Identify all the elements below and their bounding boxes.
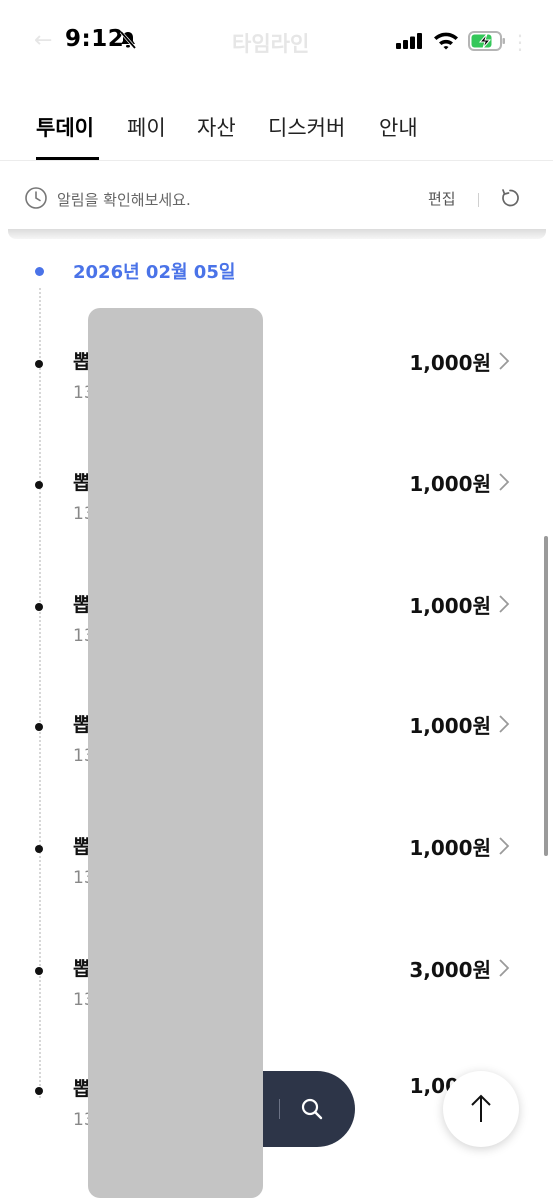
item-amount: 3,000원 [409, 958, 491, 982]
timeline-dot [35, 845, 43, 853]
list-item[interactable]: 뽑 13 1,000원 [0, 590, 553, 680]
tab-discover[interactable]: 디스커버 [268, 112, 345, 142]
chevron-right-icon [498, 594, 510, 618]
wifi-icon [433, 31, 459, 54]
edit-button[interactable]: 편집 [428, 188, 456, 209]
page-title: 타임라인 [232, 32, 310, 56]
tabs-divider [0, 160, 553, 161]
more-icon[interactable]: ⋮ [510, 30, 530, 54]
timeline-dot [35, 360, 43, 368]
item-amount: 1,000원 [409, 351, 491, 375]
list-item[interactable]: 뽑 13 1,000원 [0, 710, 553, 800]
chevron-right-icon [498, 714, 510, 738]
cellular-signal-icon [396, 33, 424, 53]
tab-today[interactable]: 투데이 [36, 112, 94, 142]
redaction-overlay [88, 308, 263, 1198]
tab-assets[interactable]: 자산 [197, 112, 236, 142]
search-icon [300, 1097, 324, 1125]
item-amount: 1,000원 [409, 714, 491, 738]
chevron-right-icon [498, 958, 510, 982]
tab-guide[interactable]: 안내 [379, 112, 418, 142]
notification-bar: 알림을 확인해보세요. 편집 [0, 177, 553, 223]
bell-slash-icon [118, 30, 138, 54]
list-item[interactable]: 뽑 13 3,000원 [0, 954, 553, 1044]
timeline-date: 2026년 02월 05일 [73, 262, 236, 283]
chevron-right-icon [498, 836, 510, 860]
timeline-dot [35, 967, 43, 975]
notification-prompt[interactable]: 알림을 확인해보세요. [57, 189, 191, 210]
list-item[interactable]: 뽑 13 1,000원 [0, 468, 553, 558]
scrollbar[interactable] [544, 536, 548, 856]
status-time: 9:12 [65, 26, 125, 52]
arrow-up-icon [471, 1094, 491, 1122]
scroll-to-top-button[interactable] [443, 1071, 519, 1147]
list-item[interactable]: 뽑 13 1,000원 [0, 347, 553, 437]
timeline-dot [35, 1087, 43, 1095]
battery-charging-icon [468, 31, 506, 55]
chevron-right-icon [498, 472, 510, 496]
timeline-dot [35, 603, 43, 611]
divider [279, 1099, 280, 1119]
clock-icon [24, 186, 48, 214]
status-bar: ← 타임라인 9:12 ⋮ [0, 0, 553, 84]
item-amount: 1,000원 [409, 472, 491, 496]
section-shadow [8, 229, 546, 239]
timeline-dot [35, 723, 43, 731]
list-item[interactable]: 뽑 13 1,000원 [0, 832, 553, 922]
timeline-dot [35, 481, 43, 489]
item-amount: 1,000원 [409, 594, 491, 618]
divider [478, 193, 479, 207]
back-icon[interactable]: ← [34, 28, 52, 53]
date-marker [35, 267, 44, 276]
refresh-icon[interactable] [499, 187, 521, 213]
chevron-right-icon [498, 351, 510, 375]
tab-pay[interactable]: 페이 [127, 112, 166, 142]
item-amount: 1,000원 [409, 836, 491, 860]
